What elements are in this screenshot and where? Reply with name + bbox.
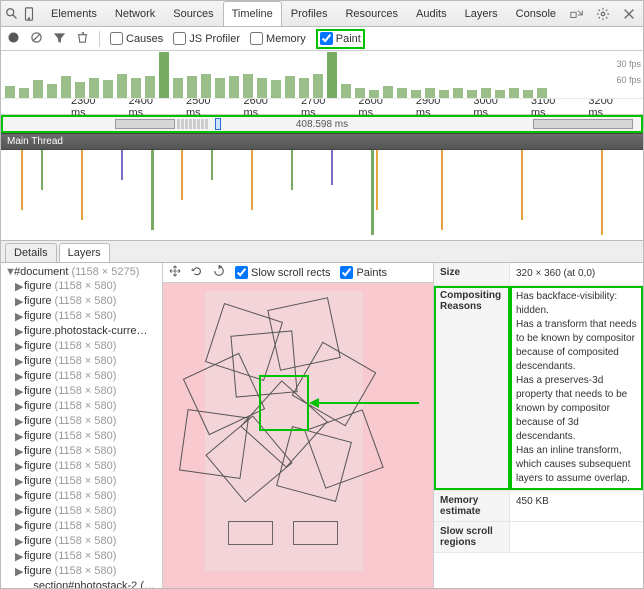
tab-network[interactable]: Network xyxy=(106,1,164,26)
close-icon[interactable] xyxy=(619,4,639,24)
tree-row[interactable]: section#photostack-2 (… xyxy=(1,579,162,588)
tree-row[interactable]: ▶figure(1158 × 580) xyxy=(1,309,162,324)
js-profiler-checkbox[interactable]: JS Profiler xyxy=(173,32,240,45)
tree-row[interactable]: ▼#document(1158 × 5275) xyxy=(1,265,162,279)
tab-profiles[interactable]: Profiles xyxy=(282,1,337,26)
tree-row[interactable]: ▶figure(1158 × 580) xyxy=(1,519,162,534)
tab-audits[interactable]: Audits xyxy=(407,1,456,26)
layer-properties: Size320 × 360 (at 0,0) Compositing Reaso… xyxy=(433,263,643,588)
paint-checkbox-highlight: Paint xyxy=(316,29,365,49)
tree-row[interactable]: ▶figure(1158 × 580) xyxy=(1,384,162,399)
selection-duration: 408.598 ms xyxy=(296,119,348,130)
tab-timeline[interactable]: Timeline xyxy=(223,1,282,26)
memory-checkbox[interactable]: Memory xyxy=(250,32,306,45)
filter-icon[interactable] xyxy=(53,31,66,47)
search-icon[interactable] xyxy=(5,4,20,24)
tab-resources[interactable]: Resources xyxy=(336,1,407,26)
tree-row[interactable]: ▶figure(1158 × 580) xyxy=(1,369,162,384)
overview-strip[interactable]: 408.598 ms xyxy=(1,115,643,133)
canvas-toolbar: Slow scroll rects Paints xyxy=(163,263,433,283)
tree-row[interactable]: ▶figure(1158 × 580) xyxy=(1,474,162,489)
selected-layer-highlight xyxy=(259,375,309,431)
details-tabbar: Details Layers xyxy=(1,240,643,262)
paints-checkbox[interactable]: Paints xyxy=(340,266,387,279)
prop-ssr-value xyxy=(510,522,643,552)
fps-60-label: 60 fps xyxy=(616,75,641,85)
layers-panel: ▼#document(1158 × 5275)▶figure(1158 × 58… xyxy=(1,262,643,588)
prop-ssr-label: Slow scroll regions xyxy=(434,522,510,552)
tab-elements[interactable]: Elements xyxy=(42,1,106,26)
tab-details[interactable]: Details xyxy=(5,243,57,262)
trash-icon[interactable] xyxy=(76,31,89,47)
gear-icon[interactable] xyxy=(593,4,613,24)
pan-icon[interactable] xyxy=(169,265,181,280)
timeline-toolbar: Causes JS Profiler Memory Paint xyxy=(1,27,643,51)
panel-tabs: Elements Network Sources Timeline Profil… xyxy=(42,1,565,26)
tree-row[interactable]: ▶figure(1158 × 580) xyxy=(1,294,162,309)
prop-size-label: Size xyxy=(434,263,510,285)
causes-checkbox[interactable]: Causes xyxy=(110,32,163,45)
layer-canvas[interactable]: Slow scroll rects Paints xyxy=(163,263,433,588)
fps-30-label: 30 fps xyxy=(616,59,641,69)
prop-reasons-label: Compositing Reasons xyxy=(434,286,510,490)
tree-row[interactable]: ▶figure(1158 × 580) xyxy=(1,564,162,579)
clear-icon[interactable] xyxy=(30,31,43,47)
selection-handle[interactable] xyxy=(215,118,221,130)
tree-row[interactable]: ▶figure(1158 × 580) xyxy=(1,414,162,429)
time-ruler[interactable]: 2300 ms2400 ms2500 ms2600 ms2700 ms2800 … xyxy=(1,99,643,115)
prop-reasons-value: Has backface-visibility: hidden. Has a t… xyxy=(510,286,643,490)
tree-row[interactable]: ▶figure(1158 × 580) xyxy=(1,489,162,504)
tree-row[interactable]: ▶figure(1158 × 580) xyxy=(1,429,162,444)
prop-memory-value: 450 KB xyxy=(510,491,643,521)
arrow-icon xyxy=(309,393,419,413)
separator xyxy=(99,31,100,47)
fps-chart[interactable]: 30 fps 60 fps xyxy=(1,51,643,99)
reset-icon[interactable] xyxy=(213,265,225,280)
prop-memory-label: Memory estimate xyxy=(434,491,510,521)
tree-row[interactable]: ▶figure(1158 × 580) xyxy=(1,459,162,474)
drawer-icon[interactable] xyxy=(567,4,587,24)
slow-scroll-checkbox[interactable]: Slow scroll rects xyxy=(235,266,330,279)
tree-row[interactable]: ▶figure(1158 × 580) xyxy=(1,549,162,564)
tree-row[interactable]: ▶figure(1158 × 580) xyxy=(1,339,162,354)
tree-row[interactable]: ▶figure(1158 × 580) xyxy=(1,279,162,294)
thread-label: Main Thread xyxy=(1,133,643,150)
record-icon[interactable] xyxy=(7,31,20,47)
tree-row[interactable]: ▶figure(1158 × 580) xyxy=(1,504,162,519)
paint-checkbox[interactable]: Paint xyxy=(320,31,361,47)
prop-size-value: 320 × 360 (at 0,0) xyxy=(510,263,643,285)
flame-chart[interactable] xyxy=(1,150,643,240)
rotate-icon[interactable] xyxy=(191,265,203,280)
tree-row[interactable]: ▶figure(1158 × 580) xyxy=(1,444,162,459)
tree-row[interactable]: ▶figure(1158 × 580) xyxy=(1,354,162,369)
tab-sources[interactable]: Sources xyxy=(164,1,222,26)
tree-row[interactable]: ▶figure(1158 × 580) xyxy=(1,534,162,549)
tree-row[interactable]: ▶figure(1158 × 580) xyxy=(1,399,162,414)
tab-layers-detail[interactable]: Layers xyxy=(59,243,110,262)
tab-console[interactable]: Console xyxy=(507,1,565,26)
main-toolbar: Elements Network Sources Timeline Profil… xyxy=(1,1,643,27)
layer-tree[interactable]: ▼#document(1158 × 5275)▶figure(1158 × 58… xyxy=(1,263,163,588)
tab-layers[interactable]: Layers xyxy=(456,1,507,26)
device-icon[interactable] xyxy=(22,4,37,24)
tree-row[interactable]: ▶figure.photostack-curre… xyxy=(1,324,162,339)
